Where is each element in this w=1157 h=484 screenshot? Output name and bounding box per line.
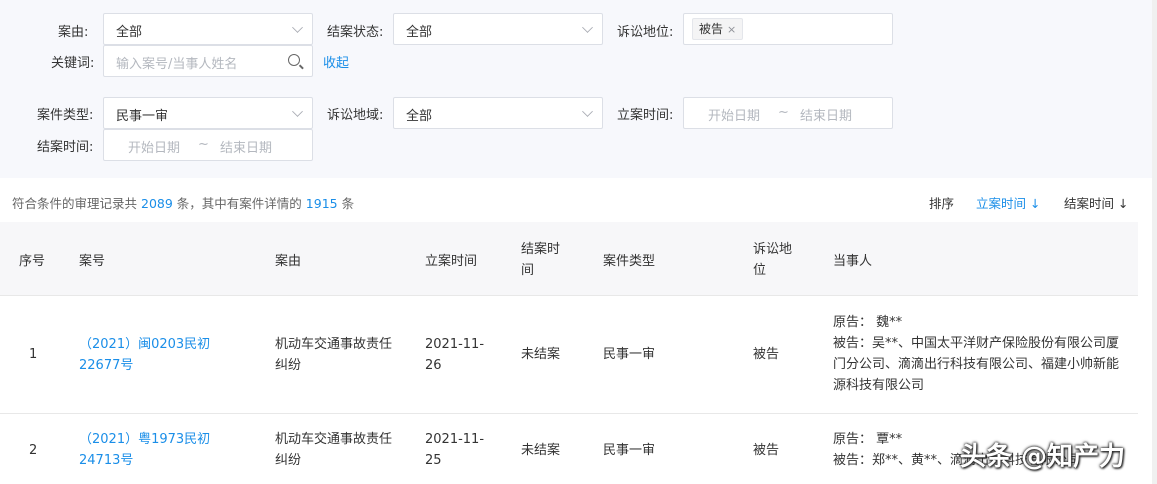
detailed-count: 1915 (305, 196, 338, 211)
filing-start-date[interactable]: 开始日期 (708, 105, 760, 124)
region-select[interactable]: 全部 (393, 97, 603, 129)
header-index: 序号 (19, 254, 46, 269)
position-tag-label: 被告 (699, 22, 724, 36)
row-cause: 机动车交通事故责任纠纷 (275, 337, 393, 373)
status-label: 结案状态: (327, 25, 384, 40)
sort-by-filing-time[interactable]: 立案时间 ↓ (976, 193, 1040, 212)
table-header: 序号 案号 案由 立案时间 结案时间 案件类型 诉讼地位 当事人 (0, 222, 1138, 296)
close-start-date[interactable]: 开始日期 (128, 137, 180, 156)
row-close-time: 未结案 (521, 443, 561, 458)
row-close-time: 未结案 (521, 347, 561, 362)
keyword-input[interactable]: 输入案号/当事人姓名 (103, 45, 313, 77)
close-end-date[interactable]: 结束日期 (220, 137, 272, 156)
keyword-label: 关键词: (51, 56, 95, 71)
header-case-no: 案号 (79, 254, 106, 269)
header-case-type: 案件类型 (603, 254, 656, 269)
filing-date-separator: ~ (778, 105, 789, 120)
total-count: 2089 (141, 196, 173, 211)
search-icon[interactable] (288, 54, 300, 66)
filing-end-date[interactable]: 结束日期 (800, 105, 852, 124)
header-cause: 案由 (275, 254, 302, 269)
close-icon[interactable]: × (727, 23, 736, 36)
case-type-label: 案件类型: (37, 108, 94, 123)
position-tag: 被告 × (692, 18, 744, 40)
case-type-select[interactable]: 民事一审 (103, 97, 313, 129)
close-date-separator: ~ (198, 137, 209, 152)
status-select-value: 全部 (406, 25, 433, 40)
row-index: 2 (29, 443, 38, 458)
sort-by-close-time[interactable]: 结案时间 ↓ (1064, 193, 1128, 212)
header-close-time: 结案时间 (521, 242, 561, 278)
position-select[interactable]: 被告 × (683, 13, 893, 45)
case-number-link[interactable]: （2021）闽0203民初22677号 (79, 334, 229, 376)
row-index: 1 (29, 347, 38, 362)
keyword-placeholder: 输入案号/当事人姓名 (116, 57, 238, 72)
header-parties: 当事人 (833, 254, 873, 269)
filter-panel: 案由: 全部 结案状态: 全部 诉讼地位: 被告 × 关键词: 输入案号/当事人姓… (0, 0, 1152, 178)
plaintiff-text: 原告： 魏** (833, 315, 903, 330)
position-label: 诉讼地位: (617, 25, 674, 40)
watermark: 头条 @知产力 (960, 442, 1126, 472)
case-type-select-value: 民事一审 (116, 109, 169, 124)
row-cause: 机动车交通事故责任纠纷 (275, 432, 393, 468)
row-case-type: 民事一审 (603, 443, 656, 458)
sort-label: 排序 (929, 196, 955, 211)
chevron-down-icon (582, 22, 593, 33)
row-filing-time: 2021-11-26 (425, 337, 485, 373)
filing-date-range[interactable]: 开始日期 ~ 结束日期 (683, 97, 893, 129)
chevron-down-icon (292, 106, 303, 117)
row-case-type: 民事一审 (603, 347, 656, 362)
cause-select-value: 全部 (116, 25, 143, 40)
region-select-value: 全部 (406, 109, 433, 124)
collapse-link[interactable]: 收起 (323, 52, 349, 71)
close-date-range[interactable]: 开始日期 ~ 结束日期 (103, 129, 313, 161)
filing-time-label: 立案时间: (617, 108, 674, 123)
table-row: 1 （2021）闽0203民初22677号 机动车交通事故责任纠纷 2021-1… (0, 297, 1138, 414)
row-filing-time: 2021-11-25 (425, 432, 485, 468)
chevron-down-icon (292, 22, 303, 33)
row-position: 被告 (753, 443, 780, 458)
defendant-text: 被告：吴**、中国太平洋财产保险股份有限公司厦门分公司、滴滴出行科技有限公司、福… (833, 336, 1120, 393)
result-summary: 符合条件的审理记录共 2089 条，其中有案件详情的 1915 条 (12, 193, 354, 212)
region-label: 诉讼地域: (327, 108, 384, 123)
summary-prefix: 符合条件的审理记录共 (12, 196, 138, 211)
cause-select[interactable]: 全部 (103, 13, 313, 45)
summary-middle: 条，其中有案件详情的 (176, 196, 302, 211)
summary-suffix: 条 (341, 196, 355, 211)
status-select[interactable]: 全部 (393, 13, 603, 45)
cause-label: 案由: (58, 25, 89, 40)
close-time-label: 结案时间: (37, 140, 94, 155)
chevron-down-icon (582, 106, 593, 117)
header-position: 诉讼地位 (753, 242, 793, 278)
scrollbar[interactable] (1152, 0, 1157, 484)
row-position: 被告 (753, 347, 780, 362)
row-parties: 原告： 魏** 被告：吴**、中国太平洋财产保险股份有限公司厦门分公司、滴滴出行… (833, 312, 1123, 396)
case-number-link[interactable]: （2021）粤1973民初24713号 (79, 429, 229, 471)
header-filing-time: 立案时间 (425, 254, 478, 269)
